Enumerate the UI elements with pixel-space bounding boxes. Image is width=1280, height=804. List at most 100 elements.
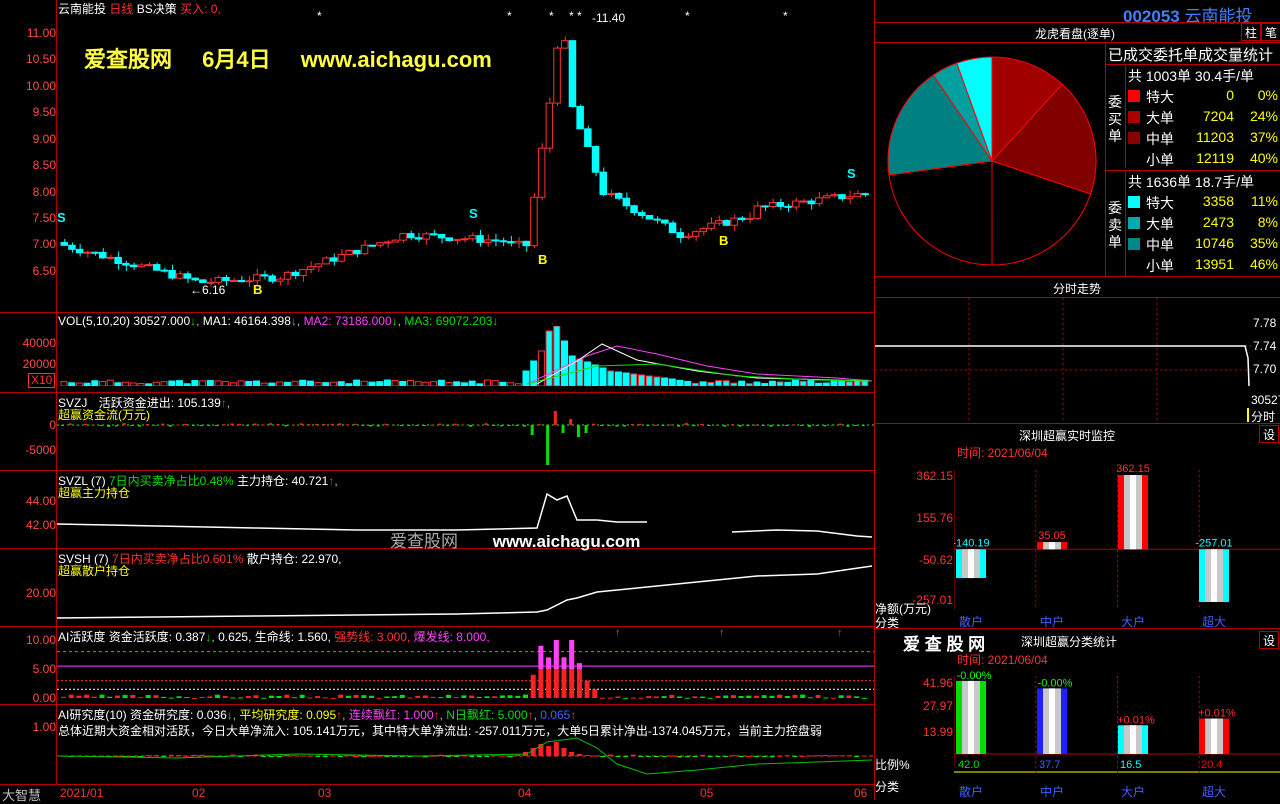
flow-bar: [284, 425, 288, 427]
activity-bar: [261, 697, 267, 699]
monitor-settings-button[interactable]: 设: [1259, 425, 1279, 443]
flow-bar: [338, 423, 342, 425]
research-bar: [646, 756, 652, 757]
tab-bar-button[interactable]: 柱: [1241, 23, 1261, 41]
candle: [460, 238, 469, 241]
research-bar: [715, 756, 721, 757]
flow-bar: [161, 423, 165, 425]
candle: [768, 201, 777, 208]
date-tick: 05: [700, 786, 714, 800]
volume-bar: [561, 340, 568, 386]
volume-bar: [730, 382, 738, 386]
activity-bar: [777, 694, 783, 698]
flow-bar: [207, 425, 211, 426]
flow-bar: [515, 425, 519, 426]
research-bar: [592, 755, 598, 757]
research-label4: N日飘红:: [446, 708, 495, 722]
volume-bar: [753, 381, 761, 386]
peak-value: 11.40: [596, 11, 626, 25]
candle: [414, 237, 423, 240]
tab-pen-button[interactable]: 笔: [1261, 23, 1280, 41]
flow-bar: [784, 425, 788, 426]
volume-bar: [260, 382, 268, 386]
volume-bar: [792, 379, 799, 386]
research-bar: [784, 755, 790, 757]
candle: [607, 192, 615, 196]
flow-bar: [684, 423, 688, 425]
activity-bar: [153, 695, 159, 698]
research-bar: [515, 754, 521, 756]
volume-bar: [237, 380, 245, 386]
activity-bar: [461, 695, 467, 698]
activity-bar: [476, 697, 482, 699]
candle: [299, 268, 307, 277]
research-bar: [707, 756, 713, 758]
category-label: 散户: [959, 784, 983, 799]
activity-bar: [353, 694, 359, 698]
candle: [391, 239, 400, 243]
signal-star: *: [507, 9, 512, 23]
flow-bar: [430, 424, 434, 426]
research-value1: 0.036: [196, 708, 227, 722]
research-label1: 资金研究度:: [130, 708, 194, 722]
volume-bar: [691, 382, 699, 386]
flow-bar: [584, 425, 588, 433]
buy-row: 中单 11203 37%: [1128, 128, 1280, 148]
flow-bar: [392, 424, 396, 426]
candle: [268, 275, 276, 282]
activity-bar: [838, 695, 844, 698]
stat-settings-button[interactable]: 设: [1259, 631, 1279, 649]
volume-bar: [815, 382, 823, 386]
flow-bar: [99, 425, 103, 426]
research-bar: [191, 754, 197, 756]
candlestick-chart[interactable]: * * * * * * *S SSBBB: [57, 8, 874, 308]
activity-bar: [469, 695, 475, 698]
volume-bar: [99, 381, 106, 386]
volume-bar: [129, 382, 137, 386]
candle: [145, 264, 153, 267]
research-bar: [615, 756, 621, 757]
activity-bar: [769, 695, 775, 698]
research-bar: [723, 756, 729, 757]
row-label: 特大: [1146, 89, 1174, 105]
flow-bar: [130, 425, 134, 426]
volume-bar: [368, 381, 376, 386]
flow-bar: [415, 425, 419, 426]
candle: [576, 106, 584, 130]
stat-bar-chart: -0.00% 42.0 散户 -0.00% 37.7 中户 +0.01% 16.5 大户 +0.0…: [954, 670, 1280, 799]
research-bar: [261, 756, 267, 757]
activity-bar: [292, 697, 297, 699]
main-chart-area[interactable]: 云南能投 日线 BS决策 买入: 0, 爱查股网 6月4日 www.aichag…: [0, 0, 874, 803]
monitor-bar: [956, 549, 986, 579]
svzl-tick: 42.00: [25, 518, 56, 532]
row-pct: 35%: [1249, 235, 1278, 251]
candle: [530, 196, 538, 247]
peak-price-label: -11.40: [592, 11, 626, 25]
activity-bar: [253, 695, 259, 698]
activity-bar: [399, 694, 405, 698]
candle: [283, 271, 292, 280]
flow-bar: [353, 423, 357, 425]
research-value5: 0.065: [540, 708, 571, 722]
vol-x10-badge[interactable]: X10: [28, 373, 56, 388]
research-bar: [600, 756, 605, 758]
legend-swatch: [1128, 153, 1140, 165]
candle: [160, 269, 169, 272]
volume-bar: [699, 381, 707, 386]
research-bar: [761, 756, 767, 757]
flow-bar: [176, 424, 180, 426]
flow-bar: [530, 425, 534, 435]
vol-tick: 40000: [22, 336, 56, 350]
price-tick: 10.00: [25, 79, 56, 93]
candle: [222, 276, 230, 282]
candle: [476, 235, 484, 243]
activity-bar: [84, 694, 90, 698]
minute-price-line: [875, 345, 1250, 387]
monitor-bar: [1199, 549, 1229, 602]
research-bar: [800, 755, 806, 757]
activity-bar: [61, 696, 66, 698]
activity-bar: [746, 695, 752, 698]
activity-bar: [68, 694, 74, 698]
bar-highlight: [968, 680, 974, 754]
research-bar: [561, 748, 567, 756]
